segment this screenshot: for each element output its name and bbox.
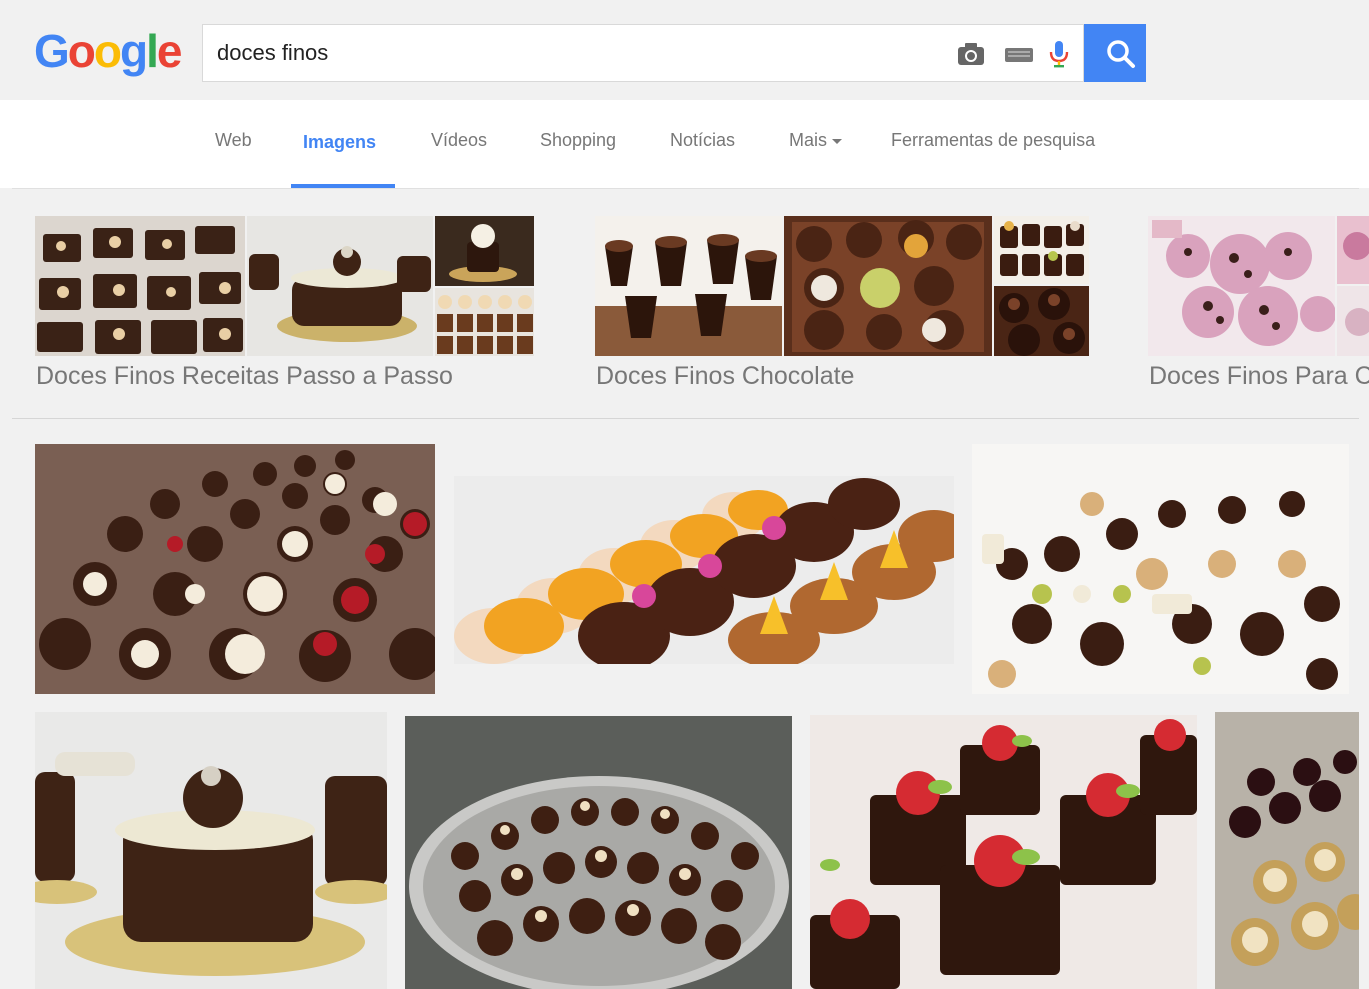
search-button[interactable]: [1084, 24, 1146, 82]
logo-letter: o: [67, 25, 96, 77]
collection-collage: [1148, 216, 1369, 356]
collection-label: Doces Finos Receitas Passo a Passo: [36, 362, 453, 390]
caret-down-icon: [832, 138, 843, 144]
tab-shopping[interactable]: Shopping: [540, 130, 616, 151]
collection-thumbnail: [247, 216, 433, 356]
collection-thumbnail: [595, 216, 782, 356]
collection-label: Doces Finos Chocolate: [596, 362, 855, 390]
collection-thumbnail: [1337, 216, 1369, 284]
collection-thumbnail: [435, 288, 534, 356]
microphone-icon[interactable]: [1043, 39, 1075, 69]
tab-news[interactable]: Notícias: [670, 130, 735, 151]
keyboard-icon[interactable]: [1003, 39, 1035, 69]
collection-thumbnail: [994, 216, 1089, 284]
logo-letter: o: [93, 25, 122, 77]
logo-letter: l: [146, 25, 159, 77]
image-result-5[interactable]: [405, 716, 792, 989]
header-bar: Google: [12, 10, 1359, 101]
collection-collage: [595, 216, 1090, 356]
collection-thumbnail: [994, 286, 1089, 356]
search-input[interactable]: [215, 31, 939, 75]
collection-thumbnail: [435, 216, 534, 286]
image-result-3[interactable]: [972, 444, 1349, 694]
collection-thumbnail: [784, 216, 992, 356]
image-result-4[interactable]: [35, 712, 387, 989]
search-tabs: Web Imagens Vídeos Shopping Notícias Mai…: [0, 100, 1369, 188]
collection-label: Doces Finos Para Casamento: [1149, 362, 1369, 390]
section-divider: [12, 418, 1359, 419]
related-collection-1[interactable]: Doces Finos Receitas Passo a Passo: [35, 216, 535, 416]
tab-more[interactable]: Mais: [789, 130, 843, 151]
image-result-6[interactable]: [810, 715, 1197, 989]
tab-videos[interactable]: Vídeos: [431, 130, 487, 151]
search-icon: [1107, 40, 1135, 68]
camera-icon[interactable]: [955, 39, 987, 69]
tab-search-tools[interactable]: Ferramentas de pesquisa: [891, 130, 1095, 151]
logo-letter: G: [34, 25, 70, 77]
collection-collage: [35, 216, 535, 356]
image-result-1[interactable]: [35, 444, 435, 694]
tabs-divider: [12, 188, 1359, 189]
image-result-7[interactable]: [1215, 712, 1359, 989]
collection-thumbnail: [35, 216, 245, 356]
tab-web[interactable]: Web: [215, 130, 252, 151]
collection-thumbnail: [1337, 286, 1369, 356]
logo-letter: e: [156, 25, 183, 77]
tab-images[interactable]: Imagens: [303, 132, 376, 153]
collection-thumbnail: [1148, 216, 1335, 356]
search-box: [202, 24, 1084, 82]
logo-letter: g: [120, 25, 148, 77]
tab-more-label: Mais: [789, 130, 828, 150]
related-collection-2[interactable]: Doces Finos Chocolate: [595, 216, 1090, 416]
image-result-2[interactable]: [454, 476, 954, 664]
related-collection-3[interactable]: Doces Finos Para Casamento: [1148, 216, 1369, 416]
google-logo[interactable]: Google: [34, 24, 183, 78]
